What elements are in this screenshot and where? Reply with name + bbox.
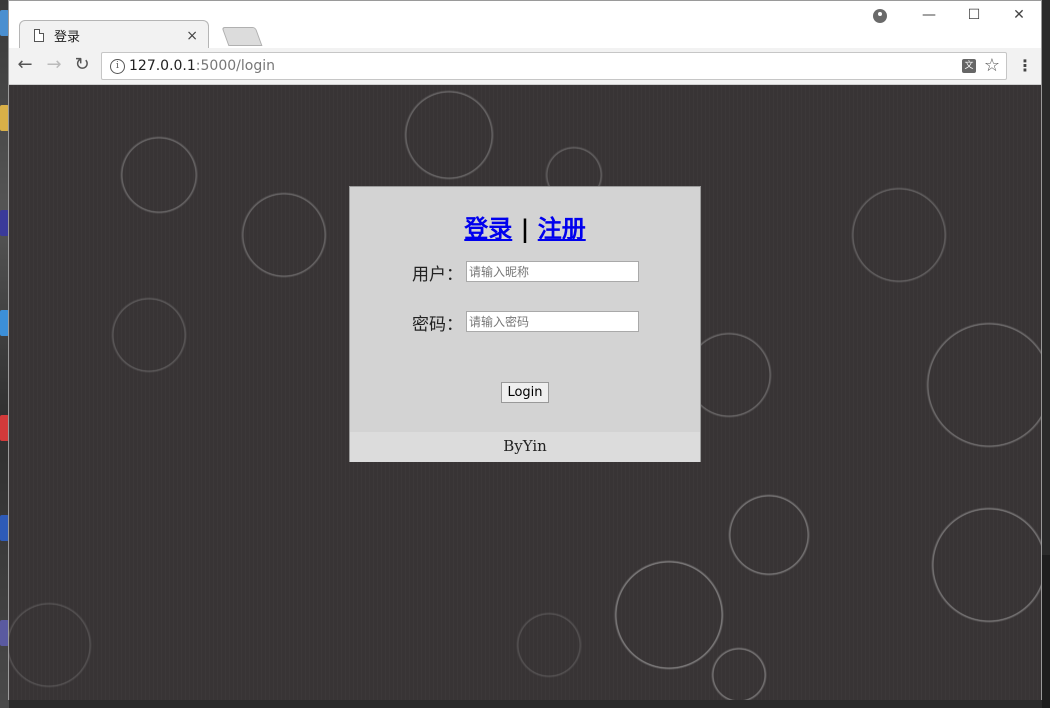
address-bar[interactable]: i 127.0.0.1:5000/login 文 ☆: [101, 52, 1007, 80]
browser-menu-icon[interactable]: ⋮: [1017, 56, 1033, 75]
title-bar: 登录 × — ☐ ✕: [9, 1, 1041, 50]
browser-toolbar: ← → ↻ i 127.0.0.1:5000/login 文 ☆ ⋮: [9, 48, 1041, 85]
maximize-button[interactable]: ☐: [963, 7, 985, 23]
heading-separator: |: [520, 214, 530, 243]
site-info-icon[interactable]: i: [110, 59, 125, 74]
url-host: 127.0.0.1: [129, 58, 196, 74]
tab-close-icon[interactable]: ×: [186, 28, 198, 44]
profile-icon[interactable]: [873, 9, 887, 23]
browser-tab[interactable]: 登录 ×: [19, 20, 209, 50]
username-input[interactable]: [466, 261, 639, 282]
desktop-background: [1042, 555, 1050, 708]
username-label: 用户：: [412, 265, 463, 285]
minimize-button[interactable]: —: [918, 7, 940, 23]
login-button[interactable]: Login: [501, 382, 549, 403]
bookmark-star-icon[interactable]: ☆: [984, 55, 1000, 76]
login-heading: 登录 | 注册: [350, 209, 700, 244]
back-button[interactable]: ←: [15, 55, 35, 75]
forward-button[interactable]: →: [44, 55, 64, 75]
close-window-button[interactable]: ✕: [1008, 7, 1030, 23]
register-link[interactable]: 注册: [538, 214, 586, 243]
browser-window: 登录 × — ☐ ✕ ← → ↻ i 127.0.0.1:5000/login …: [8, 0, 1042, 700]
password-input[interactable]: [466, 311, 639, 332]
page-icon: [34, 29, 44, 42]
tab-title: 登录: [54, 30, 81, 45]
translate-icon[interactable]: 文: [962, 59, 976, 73]
url-text[interactable]: 127.0.0.1:5000/login: [129, 58, 275, 74]
reload-button[interactable]: ↻: [72, 55, 92, 75]
new-tab-button[interactable]: [221, 27, 263, 46]
login-panel: 登录 | 注册 用户： 密码： Login ByYin: [349, 186, 701, 462]
footer-credit: ByYin: [350, 432, 700, 462]
url-path: :5000/login: [195, 58, 275, 74]
password-label: 密码：: [412, 315, 463, 335]
page-background: 登录 | 注册 用户： 密码： Login ByYin: [9, 85, 1041, 700]
login-link[interactable]: 登录: [464, 214, 512, 243]
